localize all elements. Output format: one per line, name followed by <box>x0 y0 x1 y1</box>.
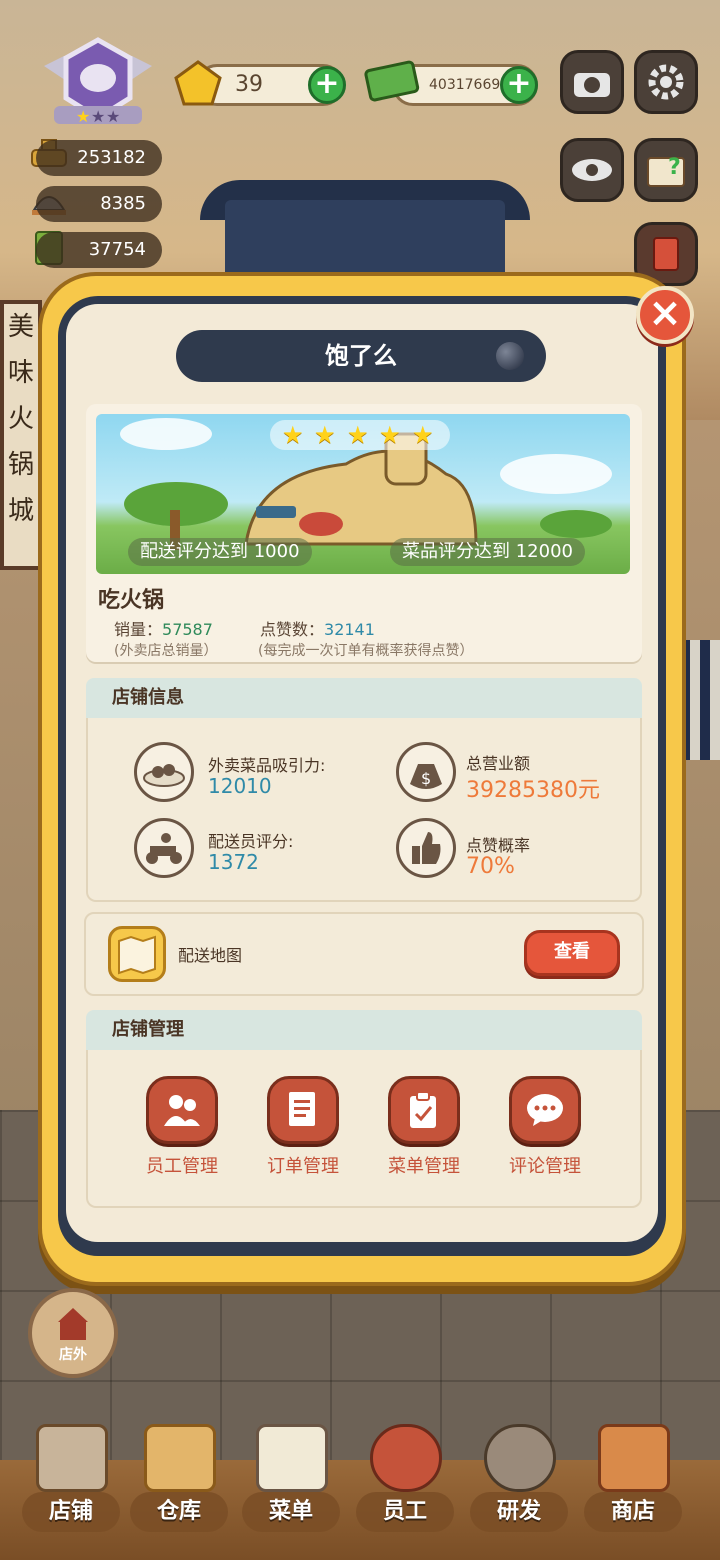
camera-button[interactable] <box>560 50 624 114</box>
sales-stat: 销量：57587 <box>114 620 213 639</box>
sales-value: 57587 <box>162 620 213 639</box>
menu-management-button[interactable] <box>388 1076 460 1144</box>
svg-text:★: ★ <box>76 107 90 126</box>
cash-count: 403176690 <box>429 77 510 93</box>
star-icon: ★ <box>282 421 304 449</box>
menu-clipboard-icon <box>410 1091 436 1128</box>
menu-management-label[interactable]: 菜单管理 <box>369 1152 479 1178</box>
star-icon: ★ <box>347 421 369 449</box>
staff-management-button[interactable] <box>146 1076 218 1144</box>
visibility-button[interactable] <box>560 138 624 202</box>
help-book-icon: ? <box>647 155 685 187</box>
review-management-button[interactable] <box>509 1076 581 1144</box>
orders-icon <box>289 1092 315 1126</box>
cash-icon <box>362 56 422 108</box>
dish-plate-icon <box>134 742 194 802</box>
rank-badge-icon[interactable]: ★ ★ ★ <box>34 36 162 132</box>
resource-hotpot-count: 253182 <box>36 140 162 176</box>
settings-button[interactable] <box>634 50 698 114</box>
staff-management-label[interactable]: 员工管理 <box>127 1152 237 1178</box>
recipe-book-icon <box>653 237 679 271</box>
restaurant-name: 吃火锅 <box>98 588 165 613</box>
store-management-header: 店铺管理 <box>86 1010 642 1050</box>
star-icon: ★ <box>379 421 401 449</box>
delivery-map-label: 配送地图 <box>178 946 243 965</box>
store-icon <box>598 1424 670 1492</box>
research-pot-icon <box>484 1424 556 1492</box>
staff-icon <box>164 1095 200 1126</box>
nav-warehouse[interactable]: 仓库 <box>124 1416 234 1552</box>
camera-icon <box>574 73 610 97</box>
svg-text:$: $ <box>421 769 431 788</box>
nav-shop[interactable]: 店铺 <box>16 1416 126 1552</box>
modal-title: 饱了么 <box>176 330 546 382</box>
gear-icon <box>648 64 684 100</box>
star-icon: ★ <box>314 421 336 449</box>
likes-value: 32141 <box>324 620 375 639</box>
revenue-label: 总营业额 <box>466 754 531 773</box>
thumbs-up-icon <box>396 818 456 878</box>
nav-staff[interactable]: 员工 <box>350 1416 460 1552</box>
dish-attraction-label: 外卖菜品吸引力: <box>208 756 326 775</box>
likes-note: (每完成一次订单有概率获得点赞） <box>258 643 474 659</box>
svg-text:★: ★ <box>106 107 120 126</box>
close-icon: × <box>648 290 682 336</box>
staff-avatar-icon <box>370 1424 442 1492</box>
close-button[interactable]: × <box>636 286 694 344</box>
map-icon <box>108 926 166 982</box>
eye-icon <box>572 159 612 181</box>
star-icon: ★ <box>412 421 434 449</box>
outside-label[interactable]: 店外 <box>28 1344 118 1364</box>
revenue-value: 39285380元 <box>466 778 600 803</box>
outside-button[interactable] <box>28 1288 118 1378</box>
nav-research[interactable]: 研发 <box>464 1416 574 1552</box>
like-rate-value: 70% <box>466 854 515 879</box>
rider-score-label: 配送员评分: <box>208 832 294 851</box>
delivery-score-requirement: 配送评分达到 1000 <box>128 538 312 566</box>
comment-icon <box>527 1094 563 1126</box>
nav-store[interactable]: 商店 <box>578 1416 688 1552</box>
gem-icon <box>172 58 224 110</box>
store-info-header: 店铺信息 <box>86 678 642 718</box>
dish-score-requirement: 菜品评分达到 12000 <box>390 538 585 566</box>
order-management-button[interactable] <box>267 1076 339 1144</box>
money-bag-icon: $ <box>396 742 456 802</box>
add-cash-button[interactable]: + <box>500 66 538 104</box>
hotpot-city-sign: 美 味 火 锅 城 <box>0 300 42 570</box>
sales-note: (外卖店总销量） <box>114 643 218 659</box>
svg-text:?: ? <box>668 155 681 180</box>
order-management-label[interactable]: 订单管理 <box>248 1152 358 1178</box>
review-management-label[interactable]: 评论管理 <box>490 1152 600 1178</box>
delivery-scooter-icon <box>134 818 194 878</box>
menu-icon <box>256 1424 328 1492</box>
svg-text:★: ★ <box>91 107 105 126</box>
warehouse-icon <box>144 1424 216 1492</box>
add-gems-button[interactable]: + <box>308 66 346 104</box>
dish-attraction-value: 12010 <box>208 774 272 798</box>
like-rate-label: 点赞概率 <box>466 836 531 855</box>
help-book-button[interactable]: ? <box>634 138 698 202</box>
resource-cloche-count: 8385 <box>36 186 162 222</box>
rider-score-value: 1372 <box>208 850 259 874</box>
view-map-button[interactable]: 查看 <box>524 930 620 976</box>
shop-icon <box>36 1424 108 1492</box>
gem-count: 39 <box>235 72 263 97</box>
title-orb-icon <box>496 342 524 370</box>
likes-stat: 点赞数：32141 <box>260 620 375 639</box>
resource-menu-count: 37754 <box>36 232 162 268</box>
nav-menu[interactable]: 菜单 <box>236 1416 346 1552</box>
storefront-icon <box>58 1308 88 1340</box>
